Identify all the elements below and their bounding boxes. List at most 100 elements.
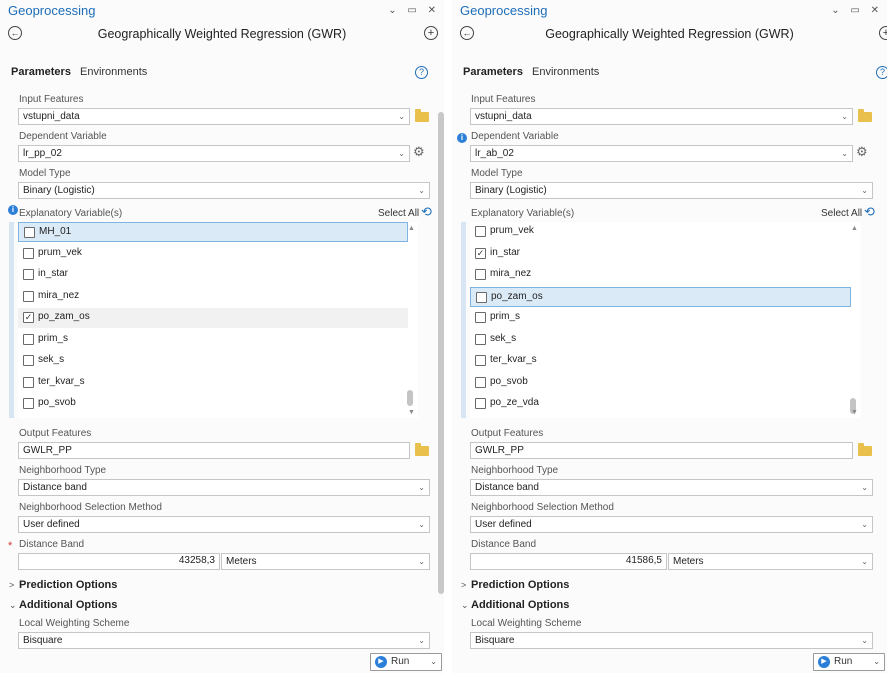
gear-icon[interactable]: ⚙ [856,144,868,160]
checkbox-icon[interactable] [475,355,486,366]
chevron-down-icon[interactable]: ⌄ [861,183,868,198]
variable-row[interactable]: mira_nez [18,287,408,307]
variable-row[interactable]: prim_s [18,330,408,350]
window-controls[interactable]: ⌄ ▭ ✕ [388,5,440,16]
tab-parameters[interactable]: Parameters [463,66,523,78]
chevron-down-icon[interactable]: ⌄ [841,109,848,124]
chevron-down-icon[interactable]: ⌄ [418,517,425,532]
checkbox-checked-icon[interactable]: ✓ [475,247,486,259]
checkbox-icon[interactable] [475,333,486,345]
tab-environments[interactable]: Environments [532,66,599,78]
back-arrow-icon[interactable]: ← [8,26,22,40]
additional-options-section[interactable]: ⌄ Additional Options [461,599,569,611]
checkbox-icon[interactable] [475,398,486,409]
checkbox-icon[interactable] [23,355,34,366]
help-icon[interactable]: ? [415,66,428,79]
chevron-down-icon[interactable]: ⌄ [418,633,425,648]
add-icon[interactable]: + [879,26,887,40]
folder-icon[interactable] [415,109,429,122]
model-type-select[interactable]: Binary (Logistic) ⌄ [470,182,873,199]
selection-method-select[interactable]: User defined ⌄ [470,516,873,533]
prediction-options-section[interactable]: > Prediction Options [461,579,569,591]
variable-row[interactable]: po_svob [470,373,851,393]
output-features-field[interactable]: GWLR_PP [470,442,853,459]
prediction-options-section[interactable]: > Prediction Options [9,579,117,591]
checkbox-icon[interactable] [475,312,486,323]
chevron-down-icon[interactable]: ⌄ [861,554,868,569]
add-icon[interactable]: + [424,26,438,40]
folder-icon[interactable] [858,109,872,122]
checkbox-icon[interactable] [475,226,486,237]
gear-icon[interactable]: ⚙ [413,144,425,160]
variable-row[interactable]: ter_kvar_s [470,351,851,371]
distance-unit-select[interactable]: Meters ⌄ [221,553,430,570]
variable-row[interactable]: prum_vek [470,222,851,242]
list-scrollbar-thumb[interactable] [407,390,413,406]
variable-row[interactable]: ✓ in_star [470,244,851,264]
select-all-link[interactable]: Select All [821,208,862,219]
variable-row[interactable]: prum_vek [18,244,408,264]
variable-row[interactable]: po_zam_os [470,286,851,307]
reset-icon[interactable]: ⟲ [421,204,432,220]
checkbox-icon[interactable] [475,269,486,280]
dependent-variable-field[interactable]: lr_pp_02 ⌄ [18,145,410,162]
checkbox-icon[interactable] [23,290,34,302]
variable-row[interactable]: sek_s [470,330,851,350]
neighborhood-type-select[interactable]: Distance band ⌄ [470,479,873,496]
model-type-select[interactable]: Binary (Logistic) ⌄ [18,182,430,199]
chevron-down-icon[interactable]: ⌄ [418,480,425,495]
chevron-down-icon[interactable]: ⌄ [861,517,868,532]
input-features-field[interactable]: vstupni_data ⌄ [470,108,853,125]
list-scroll-down-icon[interactable]: ▼ [408,409,415,416]
explanatory-variable-list[interactable]: prum_vek ✓ in_star mira_nez po_zam_os prim_s s… [470,222,861,418]
help-icon[interactable]: ? [876,66,887,79]
chevron-down-icon[interactable]: ⌄ [418,554,425,569]
list-scroll-up-icon[interactable]: ▲ [851,225,858,232]
explanatory-variable-list[interactable]: MH_01 prum_vek in_star mira_nez ✓ po_zam_os pr… [18,222,418,418]
checkbox-icon[interactable] [475,376,486,388]
distance-band-input[interactable]: 43258,3 [18,553,220,570]
chevron-down-icon[interactable]: ⌄ [398,146,405,161]
chevron-down-icon[interactable]: ⌄ [418,183,425,198]
variable-row[interactable]: ✓ po_zam_os [18,308,408,328]
additional-options-section[interactable]: ⌄ Additional Options [9,599,117,611]
run-button[interactable]: ▶ Run ⌄ [813,653,885,671]
distance-band-input[interactable]: 41586,5 [470,553,667,570]
reset-icon[interactable]: ⟲ [864,204,875,220]
list-scroll-up-icon[interactable]: ▲ [408,225,415,232]
variable-row[interactable]: mira_nez [470,265,851,285]
chevron-down-icon[interactable]: ⌄ [873,654,880,670]
checkbox-icon[interactable] [23,376,34,388]
checkbox-icon[interactable] [23,398,34,409]
chevron-down-icon[interactable]: ⌄ [398,109,405,124]
output-features-field[interactable]: GWLR_PP [18,442,410,459]
variable-row[interactable]: po_ze_vda [18,416,408,419]
checkbox-checked-icon[interactable]: ✓ [23,312,34,323]
chevron-down-icon[interactable]: ⌄ [861,633,868,648]
variable-row[interactable]: po_ze_vda [470,394,851,414]
checkbox-icon[interactable] [476,291,487,303]
local-weighting-select[interactable]: Bisquare ⌄ [18,632,430,649]
chevron-down-icon[interactable]: ⌄ [430,654,437,670]
variable-row[interactable]: prim_s [470,308,851,328]
checkbox-icon[interactable] [23,247,34,259]
folder-icon[interactable] [415,443,429,456]
local-weighting-select[interactable]: Bisquare ⌄ [470,632,873,649]
window-controls[interactable]: ⌄ ▭ ✕ [831,5,883,16]
select-all-link[interactable]: Select All [378,208,419,219]
variable-row[interactable]: ter_kvar_s [18,373,408,393]
variable-row[interactable]: po_rozv [470,416,851,419]
checkbox-icon[interactable] [24,227,35,238]
selection-method-select[interactable]: User defined ⌄ [18,516,430,533]
list-scroll-down-icon[interactable]: ▼ [851,409,858,416]
folder-icon[interactable] [858,443,872,456]
checkbox-icon[interactable] [23,333,34,345]
variable-row[interactable]: po_svob [18,394,408,414]
chevron-down-icon[interactable]: ⌄ [841,146,848,161]
dependent-variable-field[interactable]: lr_ab_02 ⌄ [470,145,853,162]
checkbox-icon[interactable] [23,269,34,280]
variable-row[interactable]: sek_s [18,351,408,371]
distance-unit-select[interactable]: Meters ⌄ [668,553,873,570]
variable-row[interactable]: MH_01 [18,222,408,242]
chevron-down-icon[interactable]: ⌄ [861,480,868,495]
